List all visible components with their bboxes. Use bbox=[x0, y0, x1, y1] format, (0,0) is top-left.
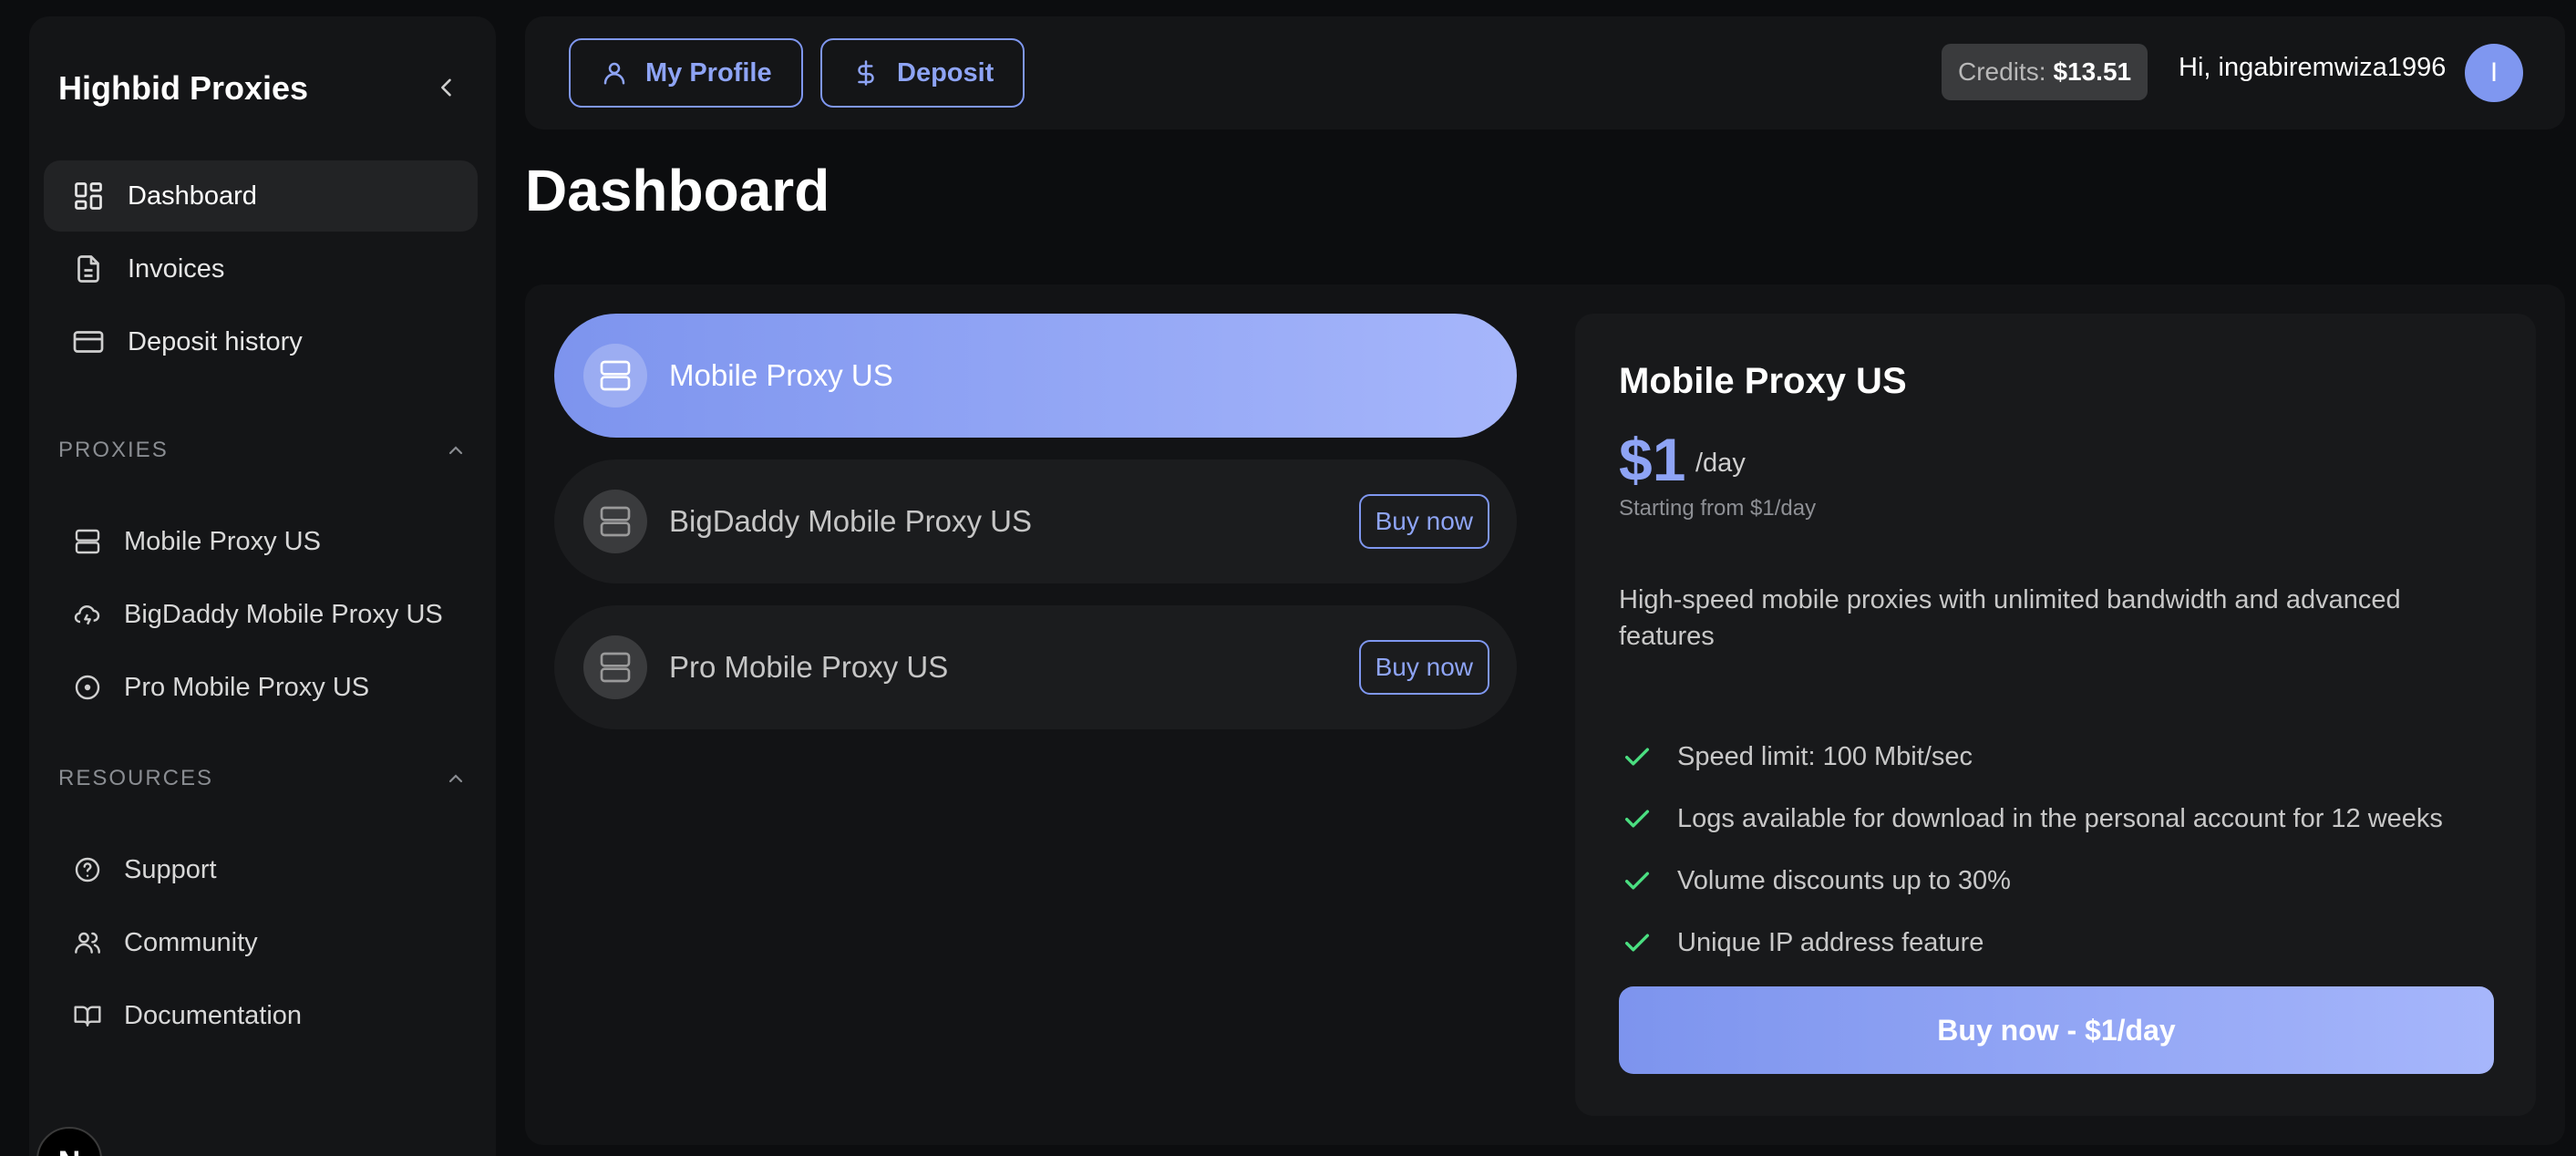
badge-label: N bbox=[58, 1145, 81, 1156]
product-detail-card: Mobile Proxy US $1 /day Starting from $1… bbox=[1575, 314, 2536, 1116]
book-icon bbox=[71, 999, 104, 1032]
buy-now-button[interactable]: Buy now bbox=[1358, 640, 1489, 695]
feature-item: Volume discounts up to 30% bbox=[1619, 861, 2011, 901]
credits-badge: Credits: $13.51 bbox=[1942, 44, 2148, 100]
top-bar: My Profile Deposit Credits: $13.51 Hi, i… bbox=[525, 16, 2565, 129]
check-icon bbox=[1619, 738, 1655, 775]
server-icon bbox=[583, 490, 647, 553]
proxies-section-toggle[interactable]: PROXIES bbox=[58, 434, 467, 467]
sidebar-item-community[interactable]: Community bbox=[71, 913, 478, 972]
starting-price-note: Starting from $1/day bbox=[1619, 496, 1817, 521]
feature-item: Speed limit: 100 Mbit/sec bbox=[1619, 737, 1973, 777]
buy-now-primary-button[interactable]: Buy now - $1/day bbox=[1619, 986, 2494, 1074]
user-icon bbox=[600, 58, 629, 88]
feature-text: Speed limit: 100 Mbit/sec bbox=[1677, 741, 1973, 771]
nav-item-label: Invoices bbox=[128, 253, 225, 284]
chevron-up-icon bbox=[448, 446, 463, 455]
dashboard-grid-icon bbox=[71, 179, 106, 213]
feature-item: Unique IP address feature bbox=[1619, 923, 1984, 963]
buy-now-button[interactable]: Buy now bbox=[1358, 494, 1489, 549]
user-greeting: Hi, ingabiremwiza1996 bbox=[2179, 53, 2447, 82]
feature-text: Unique IP address feature bbox=[1677, 927, 1984, 957]
my-profile-label: My Profile bbox=[645, 57, 772, 88]
product-card-pro-mobile-proxy-us[interactable]: Pro Mobile Proxy US Buy now bbox=[554, 605, 1517, 729]
page-title: Dashboard bbox=[525, 158, 830, 223]
nav-item-label: Deposit history bbox=[128, 326, 303, 356]
dollar-icon bbox=[851, 58, 881, 88]
detail-title: Mobile Proxy US bbox=[1619, 361, 1907, 401]
check-icon bbox=[1619, 800, 1655, 837]
credit-card-icon bbox=[71, 325, 106, 359]
product-card-bigdaddy-mobile-proxy-us[interactable]: BigDaddy Mobile Proxy US Buy now bbox=[554, 459, 1517, 583]
feature-text: Logs available for download in the perso… bbox=[1677, 803, 2443, 833]
proxies-heading: PROXIES bbox=[58, 438, 169, 462]
nav-item-label: Dashboard bbox=[128, 181, 257, 211]
feature-item: Logs available for download in the perso… bbox=[1619, 799, 2443, 839]
nav-item-dashboard[interactable]: Dashboard bbox=[44, 160, 478, 232]
resources-heading: RESOURCES bbox=[58, 766, 214, 790]
check-icon bbox=[1619, 862, 1655, 899]
feature-text: Volume discounts up to 30% bbox=[1677, 865, 2011, 895]
sidebar-item-mobile-proxy-us[interactable]: Mobile Proxy US bbox=[71, 512, 478, 571]
products-panel: Mobile Proxy US BigDaddy Mobile Proxy US… bbox=[525, 284, 2565, 1145]
avatar-initial: I bbox=[2489, 57, 2499, 88]
nav-item-invoices[interactable]: Invoices bbox=[44, 233, 478, 304]
sidebar-item-label: Mobile Proxy US bbox=[124, 526, 321, 556]
sidebar-item-documentation[interactable]: Documentation bbox=[71, 986, 478, 1045]
resources-section-toggle[interactable]: RESOURCES bbox=[58, 762, 467, 795]
app-root: Highbid Proxies Dashboard Invoices Depos… bbox=[0, 0, 2576, 1156]
target-icon bbox=[71, 671, 104, 704]
product-name: Pro Mobile Proxy US bbox=[669, 650, 949, 684]
check-icon bbox=[1619, 924, 1655, 961]
collapse-sidebar-button[interactable] bbox=[428, 69, 465, 106]
help-circle-icon bbox=[71, 853, 104, 886]
credits-label: Credits: bbox=[1958, 57, 2046, 86]
document-icon bbox=[71, 252, 106, 286]
product-name: Mobile Proxy US bbox=[669, 358, 893, 392]
chevron-left-icon bbox=[441, 78, 451, 97]
product-card-mobile-proxy-us[interactable]: Mobile Proxy US bbox=[554, 314, 1517, 438]
server-icon bbox=[71, 525, 104, 558]
cloud-lightning-icon bbox=[71, 598, 104, 631]
price-period: /day bbox=[1695, 449, 1746, 478]
sidebar-item-label: Support bbox=[124, 854, 217, 884]
avatar[interactable]: I bbox=[2465, 44, 2523, 102]
nav-item-deposit-history[interactable]: Deposit history bbox=[44, 306, 478, 377]
product-name: BigDaddy Mobile Proxy US bbox=[669, 504, 1032, 538]
product-description: High-speed mobile proxies with unlimited… bbox=[1619, 585, 2401, 651]
sidebar-item-label: Community bbox=[124, 927, 258, 957]
sidebar-item-label: Documentation bbox=[124, 1000, 303, 1030]
deposit-button[interactable]: Deposit bbox=[820, 38, 1025, 108]
sidebar: Highbid Proxies Dashboard Invoices Depos… bbox=[29, 16, 496, 1156]
chevron-up-icon bbox=[448, 774, 463, 783]
credits-value: $13.51 bbox=[2053, 57, 2132, 86]
server-icon bbox=[583, 635, 647, 699]
deposit-label: Deposit bbox=[897, 57, 994, 88]
sidebar-item-pro-mobile-proxy-us[interactable]: Pro Mobile Proxy US bbox=[71, 658, 478, 717]
server-icon bbox=[583, 344, 647, 408]
sidebar-item-bigdaddy-mobile-proxy-us[interactable]: BigDaddy Mobile Proxy US bbox=[71, 585, 478, 644]
sidebar-item-support[interactable]: Support bbox=[71, 841, 478, 899]
my-profile-button[interactable]: My Profile bbox=[569, 38, 803, 108]
sidebar-item-label: BigDaddy Mobile Proxy US bbox=[124, 599, 443, 629]
sidebar-item-label: Pro Mobile Proxy US bbox=[124, 672, 370, 702]
users-icon bbox=[71, 926, 104, 959]
brand-title: Highbid Proxies bbox=[58, 69, 309, 107]
price-value: $1 bbox=[1619, 426, 1686, 493]
